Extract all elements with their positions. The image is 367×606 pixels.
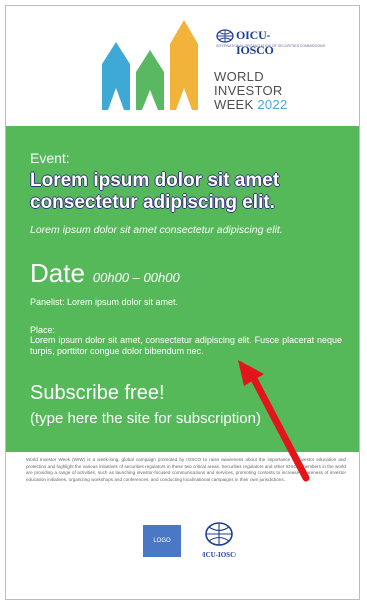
campaign-line-1: WORLD [214, 69, 264, 84]
event-subtitle[interactable]: Lorem ipsum dolor sit amet consectetur a… [30, 224, 283, 236]
wiw-pencils-logo [102, 20, 198, 110]
date-row: Date 00h00 – 00h00 [30, 258, 180, 289]
iosco-logo-bottom: OICU-IOSCO [202, 522, 236, 559]
subscribe-heading: Subscribe free! [30, 382, 165, 404]
event-time[interactable]: 00h00 – 00h00 [93, 270, 180, 285]
logo-placeholder[interactable]: LOGO [143, 525, 181, 557]
event-label: Event: [30, 150, 70, 166]
campaign-line-3: WEEK 2022 [214, 98, 288, 112]
about-paragraph: World Investor Week (WIW) is a week-long… [26, 457, 346, 482]
event-title[interactable]: Lorem ipsum dolor sit amet consectetur a… [30, 170, 350, 214]
subscription-site-text[interactable]: (type here the site for subscription) [30, 410, 261, 427]
iosco-subtitle: INTERNATIONAL ORGANIZATION OF SECURITIES… [216, 44, 326, 48]
date-label: Date [30, 258, 85, 288]
campaign-line-2: INVESTOR [214, 83, 283, 98]
panelist-text[interactable]: Panelist: Lorem ipsum dolor sit amet. [30, 297, 178, 307]
header: OICU-IOSCO INTERNATIONAL ORGANIZATION OF… [6, 6, 359, 126]
flyer-page: OICU-IOSCO INTERNATIONAL ORGANIZATION OF… [5, 5, 360, 600]
campaign-week: WEEK [214, 97, 254, 112]
place-text[interactable]: Lorem ipsum dolor sit amet, consectetur … [30, 335, 342, 357]
campaign-year: 2022 [257, 97, 288, 112]
event-panel: Event: Lorem ipsum dolor sit amet consec… [6, 126, 359, 452]
place-label: Place: [30, 325, 56, 335]
globe-icon [216, 29, 234, 43]
iosco-logo-top: OICU-IOSCO INTERNATIONAL ORGANIZATION OF… [216, 28, 325, 57]
logo-placeholder-label: LOGO [153, 538, 171, 544]
iosco-name: OICU-IOSCO [236, 28, 274, 57]
iosco-bottom-name: OICU-IOSCO [202, 551, 236, 559]
campaign-title: WORLD INVESTOR WEEK 2022 [214, 70, 288, 112]
